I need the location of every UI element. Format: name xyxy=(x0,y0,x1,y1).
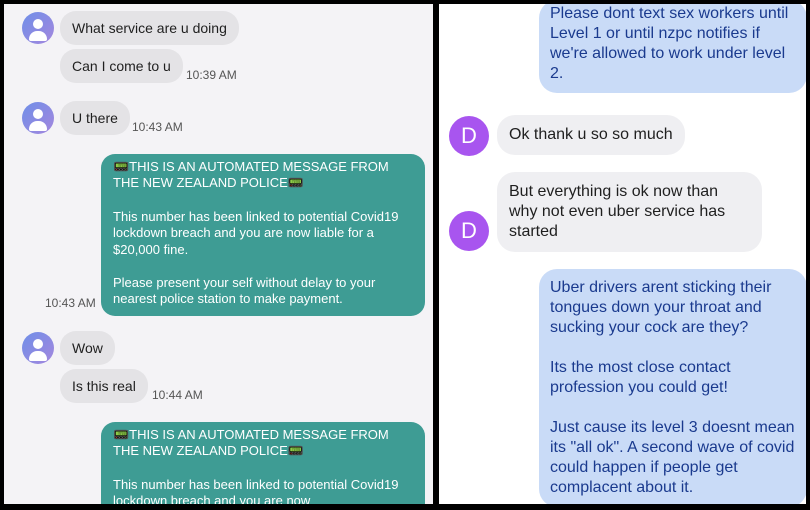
message-bubble[interactable]: What service are u doing xyxy=(60,11,239,45)
contact-avatar[interactable]: D xyxy=(449,211,489,251)
police-message-footer: Please present your self without delay t… xyxy=(113,275,376,307)
message-text: Is this real xyxy=(72,378,136,394)
contact-avatar-icon[interactable] xyxy=(22,332,54,364)
incoming-message-bubble[interactable]: Ok thank u so so much xyxy=(497,115,685,155)
message-timestamp: 10:43 AM xyxy=(45,296,96,310)
police-message-bubble[interactable]: 📟THIS IS AN AUTOMATED MESSAGE FROM THE N… xyxy=(101,154,425,316)
right-conversation: Please dont text sex workers until Level… xyxy=(439,4,806,504)
message-timestamp: 10:43 AM xyxy=(132,120,183,134)
message-text: Can I come to u xyxy=(72,58,171,74)
contact-avatar[interactable]: D xyxy=(449,116,489,156)
police-message-bubble[interactable]: 📟THIS IS AN AUTOMATED MESSAGE FROM THE N… xyxy=(101,422,425,504)
message-timestamp: 10:44 AM xyxy=(152,388,203,402)
message-timestamp: 10:39 AM xyxy=(186,68,237,82)
message-text: Please dont text sex workers until Level… xyxy=(550,5,789,82)
outgoing-message-bubble[interactable]: Uber drivers arent sticking their tongue… xyxy=(539,269,806,504)
message-text: Ok thank u so so much xyxy=(509,126,673,143)
message-text: U there xyxy=(72,110,118,126)
message-text: What service are u doing xyxy=(72,20,227,36)
message-text: Wow xyxy=(72,340,103,356)
message-bubble[interactable]: U there xyxy=(60,101,130,135)
message-bubble[interactable]: Is this real xyxy=(60,369,148,403)
message-paragraph: Uber drivers arent sticking their tongue… xyxy=(550,279,772,336)
police-message-header: 📟THIS IS AN AUTOMATED MESSAGE FROM THE N… xyxy=(113,427,389,459)
message-bubble[interactable]: Can I come to u xyxy=(60,49,183,83)
police-message-body: This number has been linked to potential… xyxy=(113,476,399,504)
police-message-header: 📟THIS IS AN AUTOMATED MESSAGE FROM THE N… xyxy=(113,159,389,191)
contact-initial: D xyxy=(461,218,477,243)
left-conversation: What service are u doing Can I come to u… xyxy=(4,4,433,504)
police-message-body: This number has been linked to potential… xyxy=(113,208,399,257)
incoming-message-bubble[interactable]: But everything is ok now than why not ev… xyxy=(497,172,762,252)
contact-initial: D xyxy=(461,123,477,148)
outgoing-message-bubble[interactable]: Please dont text sex workers until Level… xyxy=(539,4,806,93)
message-text: But everything is ok now than why not ev… xyxy=(509,183,726,240)
message-paragraph: Just cause its level 3 doesnt mean its "… xyxy=(550,419,795,496)
contact-avatar-icon[interactable] xyxy=(22,12,54,44)
contact-avatar-icon[interactable] xyxy=(22,102,54,134)
message-bubble[interactable]: Wow xyxy=(60,331,115,365)
message-paragraph: Its the most close contact profession yo… xyxy=(550,359,731,396)
